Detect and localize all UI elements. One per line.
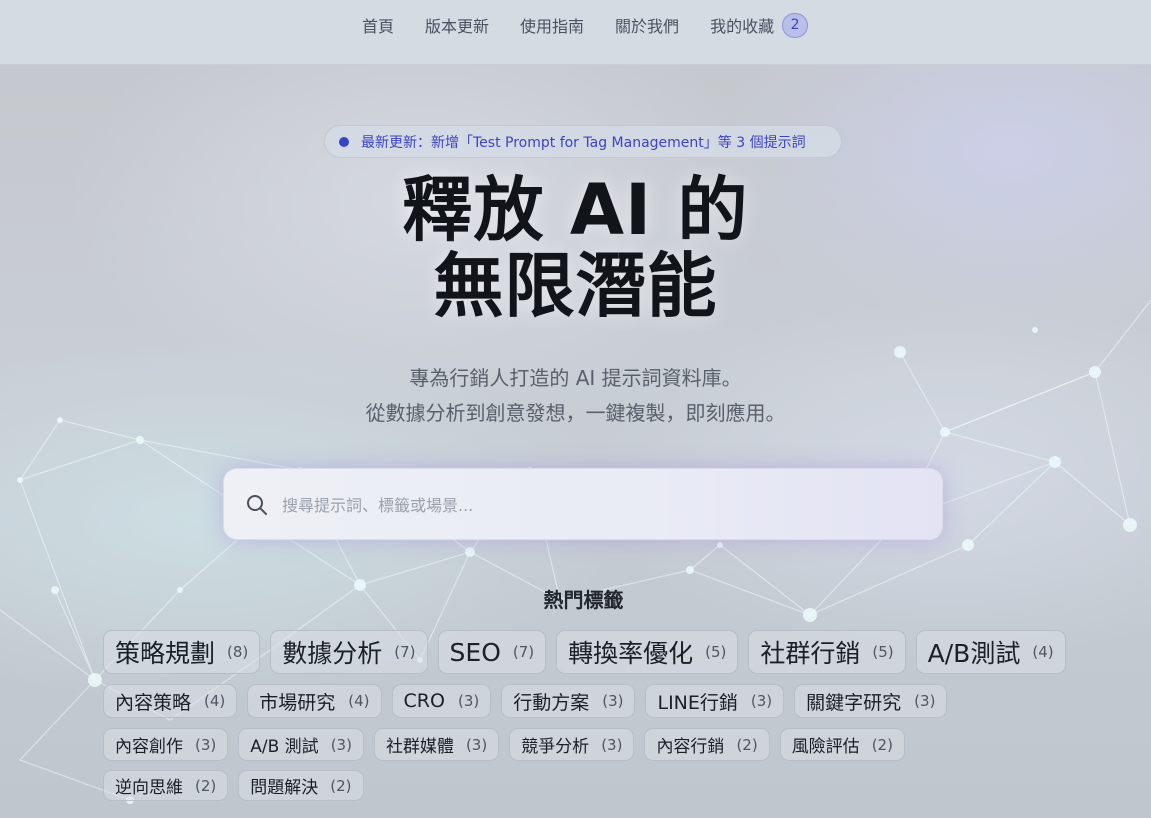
tag-content-marketing[interactable]: 內容行銷 (2) xyxy=(644,728,770,761)
tag-risk-assessment[interactable]: 風險評估 (2) xyxy=(779,728,905,761)
top-nav: 首頁 版本更新 使用指南 關於我們 我的收藏 2 xyxy=(0,0,1151,65)
hero-title: 釋放 AI 的 無限潛能 xyxy=(0,172,1151,324)
tag-competitive-analysis[interactable]: 競爭分析 (3) xyxy=(509,728,635,761)
nav-about[interactable]: 關於我們 xyxy=(615,13,679,37)
tag-line-marketing[interactable]: LINE行銷 (3) xyxy=(645,684,785,718)
favorites-count-badge[interactable]: 2 xyxy=(782,12,809,38)
nav-links: 首頁 版本更新 使用指南 關於我們 我的收藏 2 xyxy=(362,12,809,38)
update-banner[interactable]: 最新更新：新增「Test Prompt for Tag Management」等… xyxy=(324,125,842,158)
tag-row-2: 內容策略 (4) 市場研究 (4) CRO (3) 行動方案 (3) LINE行銷 (3)… xyxy=(103,684,957,718)
tag-ab-test-spaced[interactable]: A/B 測試 (3) xyxy=(238,728,364,761)
hero-title-line2: 無限潛能 xyxy=(433,245,718,327)
tag-strategy-planning[interactable]: 策略規劃 (8) xyxy=(103,630,261,674)
tag-conversion-optimization[interactable]: 轉換率優化 (5) xyxy=(556,630,739,674)
popular-tags-heading: 熱門標籤 xyxy=(543,588,624,612)
tag-social-media[interactable]: 社群媒體 (3) xyxy=(373,728,500,761)
search-icon xyxy=(247,495,267,515)
hero-subtitle-line1: 專為行銷人打造的 AI 提示詞資料庫。 xyxy=(409,366,742,390)
nav-changelog[interactable]: 版本更新 xyxy=(425,13,489,37)
tag-row-4: 逆向思維 (2) 問題解決 (2) xyxy=(103,770,374,801)
tag-ab-testing[interactable]: A/B測試 (4) xyxy=(915,630,1066,674)
nav-home[interactable]: 首頁 xyxy=(362,13,394,37)
nav-favorites[interactable]: 我的收藏 xyxy=(710,13,774,37)
update-banner-text: 最新更新：新增「Test Prompt for Tag Management」等… xyxy=(361,134,806,151)
tag-data-analysis[interactable]: 數據分析 (7) xyxy=(270,630,428,674)
search-input[interactable] xyxy=(282,485,922,525)
status-dot-icon xyxy=(339,136,349,147)
tag-content-creation[interactable]: 內容創作 (3) xyxy=(103,728,229,761)
tag-seo[interactable]: SEO (7) xyxy=(437,630,547,674)
search-bar[interactable] xyxy=(223,468,943,540)
tag-problem-solving[interactable]: 問題解決 (2) xyxy=(238,770,364,801)
tag-keyword-research[interactable]: 關鍵字研究 (3) xyxy=(794,684,948,718)
tag-content-strategy[interactable]: 內容策略 (4) xyxy=(103,684,238,718)
tag-cro[interactable]: CRO (3) xyxy=(391,684,492,718)
tag-social-marketing[interactable]: 社群行銷 (5) xyxy=(748,630,906,674)
tag-action-plan[interactable]: 行動方案 (3) xyxy=(501,684,636,718)
tag-row-3: 內容創作 (3) A/B 測試 (3) 社群媒體 (3) 競爭分析 (3) 內容行銷 (2… xyxy=(103,728,915,761)
tag-market-research[interactable]: 市場研究 (4) xyxy=(247,684,382,718)
hero-subtitle-line2: 從數據分析到創意發想，一鍵複製，即刻應用。 xyxy=(365,401,786,425)
tag-reverse-thinking[interactable]: 逆向思維 (2) xyxy=(103,770,229,801)
nav-guide[interactable]: 使用指南 xyxy=(520,13,584,37)
hero-title-line1: 釋放 AI 的 xyxy=(402,169,749,251)
tag-row-1: 策略規劃 (8) 數據分析 (7) SEO (7) 轉換率優化 (5) 社群行銷 (5) … xyxy=(103,630,1076,674)
